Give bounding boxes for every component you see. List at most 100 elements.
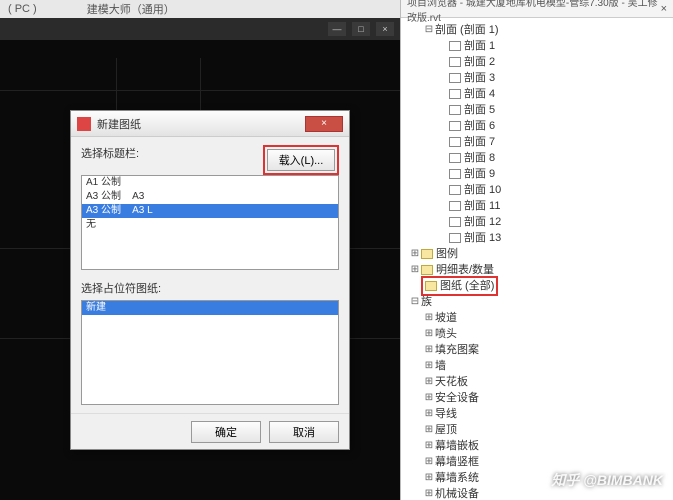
new-sheet-dialog: 新建图纸 × 选择标题栏: 载入(L)... A1 公制 A3 公制 A3 A3…	[70, 110, 350, 450]
tree-node[interactable]: ⊞导线	[409, 406, 669, 422]
tree-node[interactable]: ⊟剖面 (剖面 1)	[409, 22, 669, 38]
tree-node-label: 墙	[435, 358, 446, 374]
list-item-selected[interactable]: 新建	[82, 301, 338, 315]
tree-node[interactable]: 剖面 6	[409, 118, 669, 134]
tree-node[interactable]: ⊞安全设备	[409, 390, 669, 406]
tree-node[interactable]: ⊞屋顶	[409, 422, 669, 438]
browser-close-button[interactable]: ×	[661, 3, 667, 15]
list-item-selected[interactable]: A3 公制 A3 L	[82, 204, 338, 218]
dialog-titlebar[interactable]: 新建图纸 ×	[71, 111, 349, 137]
tree-node[interactable]: ⊞墙	[409, 358, 669, 374]
load-button-highlight: 载入(L)...	[263, 145, 339, 175]
expand-icon[interactable]: ⊞	[423, 374, 435, 390]
tree-node-label: 坡道	[435, 310, 457, 326]
tree-node-label: 填充图案	[435, 342, 479, 358]
maximize-button[interactable]: □	[352, 22, 370, 36]
dialog-icon	[77, 117, 91, 131]
tree-node[interactable]: ⊞幕墙竖框	[409, 454, 669, 470]
expand-icon[interactable]: ⊞	[423, 470, 435, 486]
browser-titlebar[interactable]: 项目浏览器 - 城建大厦地库机电模型-管综7.30版 - 吴工修改版.rvt ×	[401, 0, 673, 18]
tree-node-label: 机械设备	[435, 486, 479, 500]
dialog-title: 新建图纸	[97, 116, 141, 132]
tree-node[interactable]: ⊞喷头	[409, 326, 669, 342]
folder-icon	[425, 281, 437, 291]
expand-icon[interactable]: ⊞	[423, 342, 435, 358]
load-button[interactable]: 载入(L)...	[267, 149, 335, 171]
tree-node-label: 图纸 (全部)	[440, 278, 494, 294]
tree-node[interactable]: ⊞坡道	[409, 310, 669, 326]
tree-node[interactable]: 剖面 3	[409, 70, 669, 86]
expand-icon[interactable]: ⊞	[423, 326, 435, 342]
tree-node[interactable]: 剖面 10	[409, 182, 669, 198]
sheet-icon	[449, 105, 461, 115]
tree-node[interactable]: ⊞填充图案	[409, 342, 669, 358]
sheet-icon	[449, 137, 461, 147]
tree-node[interactable]: 剖面 11	[409, 198, 669, 214]
tree-node-label: 喷头	[435, 326, 457, 342]
sheet-icon	[449, 89, 461, 99]
tree-node-label: 剖面 (剖面 1)	[435, 22, 499, 38]
menu-item-modeler[interactable]: 建模大师（通用）	[87, 1, 175, 17]
tree-node[interactable]: 剖面 7	[409, 134, 669, 150]
browser-tree[interactable]: ⊟剖面 (剖面 1)剖面 1剖面 2剖面 3剖面 4剖面 5剖面 6剖面 7剖面…	[401, 18, 673, 500]
minimize-button[interactable]: —	[328, 22, 346, 36]
tree-node[interactable]: 剖面 1	[409, 38, 669, 54]
tree-node[interactable]: ⊞天花板	[409, 374, 669, 390]
close-view-button[interactable]: ×	[376, 22, 394, 36]
expand-icon[interactable]: ⊞	[423, 358, 435, 374]
tree-node[interactable]: 剖面 12	[409, 214, 669, 230]
tree-node[interactable]: ⊟族	[409, 294, 669, 310]
tree-node-label: 剖面 12	[464, 214, 501, 230]
collapse-icon[interactable]: ⊟	[409, 294, 421, 310]
collapse-icon[interactable]: ⊟	[423, 22, 435, 38]
tree-node-label: 剖面 5	[464, 102, 495, 118]
tree-node[interactable]: 剖面 5	[409, 102, 669, 118]
project-browser-panel: 项目浏览器 - 城建大厦地库机电模型-管综7.30版 - 吴工修改版.rvt ×…	[400, 0, 673, 500]
placeholder-label: 选择占位符图纸:	[81, 280, 339, 296]
tree-node[interactable]: 图纸 (全部)	[409, 278, 669, 294]
tree-node-label: 图例	[436, 246, 458, 262]
expand-icon[interactable]: ⊞	[423, 454, 435, 470]
menu-bar: ( PC ) 建模大师（通用）	[0, 0, 400, 18]
tree-node[interactable]: 剖面 8	[409, 150, 669, 166]
tree-node-label: 族	[421, 294, 432, 310]
expand-icon[interactable]: ⊞	[423, 406, 435, 422]
tree-node[interactable]: 剖面 13	[409, 230, 669, 246]
expand-icon[interactable]: ⊞	[423, 486, 435, 500]
ok-button[interactable]: 确定	[191, 421, 261, 443]
sheet-icon	[449, 41, 461, 51]
tree-node[interactable]: 剖面 4	[409, 86, 669, 102]
tree-node-label: 剖面 13	[464, 230, 501, 246]
tree-node-label: 剖面 9	[464, 166, 495, 182]
expand-icon[interactable]: ⊞	[423, 438, 435, 454]
dialog-close-button[interactable]: ×	[305, 116, 343, 132]
expand-icon[interactable]: ⊞	[423, 422, 435, 438]
sheet-icon	[449, 57, 461, 67]
expand-icon[interactable]: ⊞	[409, 262, 421, 278]
expand-icon[interactable]: ⊞	[423, 310, 435, 326]
tree-node-label: 安全设备	[435, 390, 479, 406]
placeholder-listbox[interactable]: 新建	[81, 300, 339, 405]
list-item[interactable]: A3 公制 A3	[82, 190, 338, 204]
tree-node[interactable]: 剖面 9	[409, 166, 669, 182]
menu-item-pc[interactable]: ( PC )	[8, 3, 37, 15]
tree-node-label: 幕墙嵌板	[435, 438, 479, 454]
cancel-button[interactable]: 取消	[269, 421, 339, 443]
tree-node-label: 剖面 2	[464, 54, 495, 70]
sheet-icon	[449, 153, 461, 163]
tree-node-label: 剖面 1	[464, 38, 495, 54]
expand-icon[interactable]: ⊞	[409, 246, 421, 262]
highlight-frame: 图纸 (全部)	[421, 276, 498, 296]
tree-node[interactable]: ⊞ 图例	[409, 246, 669, 262]
tree-node-label: 屋顶	[435, 422, 457, 438]
tree-node-label: 幕墙系统	[435, 470, 479, 486]
view-titlebar: — □ ×	[0, 18, 400, 40]
expand-icon[interactable]: ⊞	[423, 390, 435, 406]
titleblock-listbox[interactable]: A1 公制 A3 公制 A3 A3 公制 A3 L 无	[81, 175, 339, 270]
list-item[interactable]: A1 公制	[82, 176, 338, 190]
tree-node[interactable]: 剖面 2	[409, 54, 669, 70]
list-item[interactable]: 无	[82, 218, 338, 232]
sheet-icon	[449, 121, 461, 131]
dialog-button-row: 确定 取消	[71, 413, 349, 449]
tree-node[interactable]: ⊞幕墙嵌板	[409, 438, 669, 454]
